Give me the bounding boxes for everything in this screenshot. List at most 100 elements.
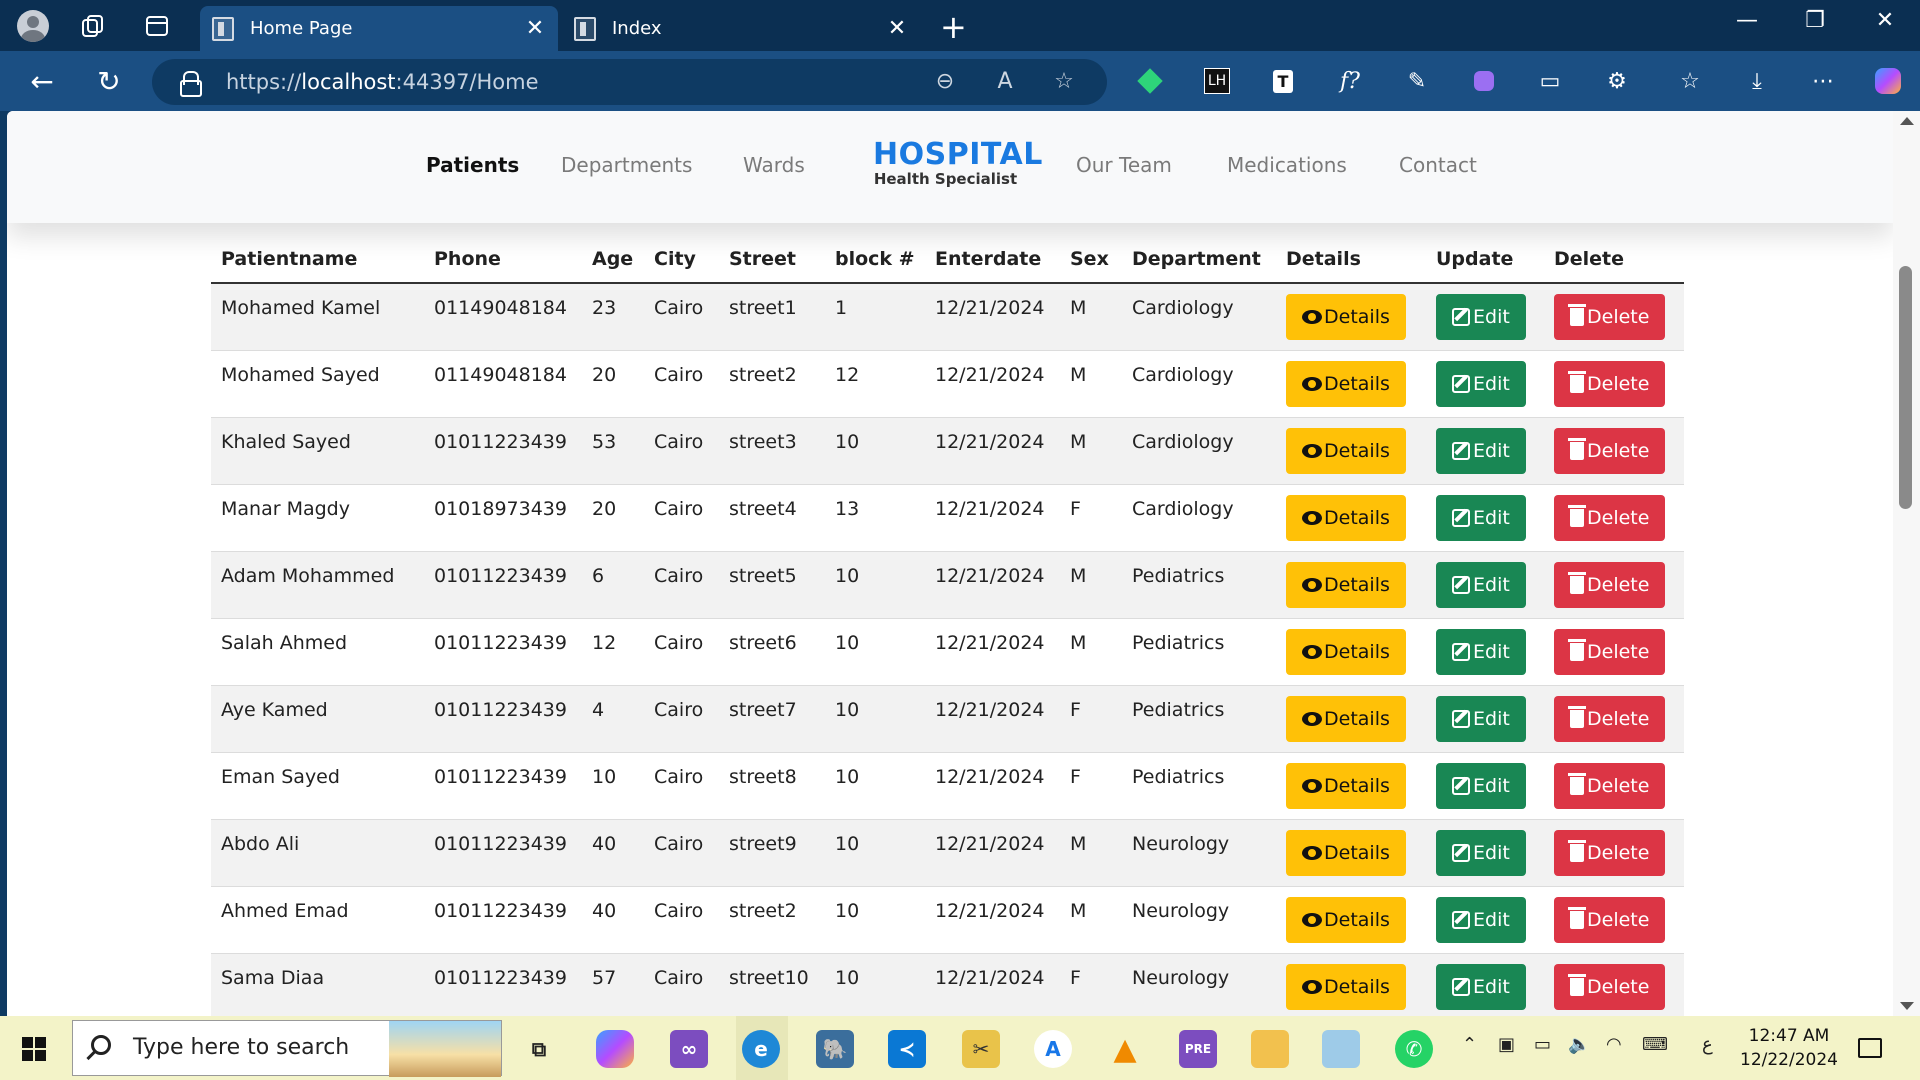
more-menu-icon[interactable]: ⋯ <box>1806 64 1840 98</box>
details-button[interactable]: Details <box>1286 897 1406 943</box>
delete-button[interactable]: Delete <box>1554 361 1666 407</box>
extension-lh-icon[interactable]: LH <box>1200 64 1234 98</box>
details-button[interactable]: Details <box>1286 428 1406 474</box>
favorite-star-icon[interactable]: ☆ <box>1049 69 1079 94</box>
nav-link-medications[interactable]: Medications <box>1227 153 1347 177</box>
edit-button[interactable]: Edit <box>1436 428 1526 474</box>
input-language-indicator[interactable]: ع <box>1702 1034 1713 1055</box>
scrollbar-thumb[interactable] <box>1899 266 1912 509</box>
edit-button[interactable]: Edit <box>1436 495 1526 541</box>
copilot-icon[interactable] <box>1871 64 1905 98</box>
page-scrollbar[interactable] <box>1893 111 1920 1016</box>
favorites-icon[interactable]: ☆ <box>1673 64 1707 98</box>
edit-button[interactable]: Edit <box>1436 361 1526 407</box>
details-button[interactable]: Details <box>1286 294 1406 340</box>
delete-button[interactable]: Delete <box>1554 562 1666 608</box>
volume-icon[interactable]: 🔈 <box>1568 1034 1590 1055</box>
new-tab-icon[interactable]: + <box>940 8 967 46</box>
battery-icon[interactable]: ▭ <box>1534 1034 1551 1055</box>
details-button[interactable]: Details <box>1286 562 1406 608</box>
edit-button[interactable]: Edit <box>1436 629 1526 675</box>
details-button[interactable]: Details <box>1286 763 1406 809</box>
show-hidden-icons-chevron-icon[interactable]: ⌃ <box>1462 1034 1477 1055</box>
extension-purple-icon[interactable] <box>1467 64 1501 98</box>
edit-button[interactable]: Edit <box>1436 763 1526 809</box>
delete-button[interactable]: Delete <box>1554 763 1666 809</box>
extension-function-icon[interactable]: f? <box>1333 64 1367 98</box>
edit-button[interactable]: Edit <box>1436 830 1526 876</box>
profile-avatar-icon[interactable] <box>16 9 50 43</box>
details-button[interactable]: Details <box>1286 495 1406 541</box>
scroll-down-arrow-icon[interactable] <box>1900 1002 1914 1010</box>
edit-button[interactable]: Edit <box>1436 897 1526 943</box>
scroll-up-arrow-icon[interactable] <box>1900 117 1914 125</box>
details-button[interactable]: Details <box>1286 629 1406 675</box>
visual-studio-preview-icon[interactable]: PRE <box>1179 1030 1217 1068</box>
close-window-icon[interactable]: ✕ <box>1860 8 1910 33</box>
delete-button[interactable]: Delete <box>1554 897 1666 943</box>
vscode-icon[interactable]: ≺ <box>888 1030 926 1068</box>
visual-studio-icon[interactable]: ∞ <box>670 1030 708 1068</box>
tray-app-icon[interactable]: ▣ <box>1498 1034 1515 1055</box>
read-aloud-icon[interactable]: A <box>990 69 1020 94</box>
edit-button[interactable]: Edit <box>1436 964 1526 1010</box>
minimize-icon[interactable]: — <box>1722 8 1772 33</box>
delete-button[interactable]: Delete <box>1554 495 1666 541</box>
details-button[interactable]: Details <box>1286 830 1406 876</box>
taskbar-clock[interactable]: 12:47 AM 12/22/2024 <box>1740 1024 1838 1072</box>
delete-button[interactable]: Delete <box>1554 696 1666 742</box>
details-button[interactable]: Details <box>1286 964 1406 1010</box>
nav-link-our-team[interactable]: Our Team <box>1076 153 1172 177</box>
edit-button[interactable]: Edit <box>1436 294 1526 340</box>
extension-cast-icon[interactable]: ▭ <box>1533 64 1567 98</box>
url-text[interactable]: https://localhost:44397/Home <box>226 70 539 94</box>
restore-icon[interactable]: ❐ <box>1790 8 1840 33</box>
edge-browser-icon[interactable]: e <box>742 1030 780 1068</box>
taskbar-search-box[interactable]: Type here to search <box>72 1020 502 1077</box>
age-cell: 40 <box>582 886 644 954</box>
zoom-out-icon[interactable]: ⊖ <box>930 69 960 94</box>
whatsapp-icon[interactable]: ✆ <box>1395 1030 1433 1068</box>
extensions-puzzle-icon[interactable]: ⚙ <box>1600 64 1634 98</box>
copilot-taskbar-icon[interactable] <box>596 1030 634 1068</box>
eyedropper-icon[interactable]: ✎ <box>1400 64 1434 98</box>
translator-icon[interactable]: A <box>1034 1030 1072 1068</box>
delete-button[interactable]: Delete <box>1554 629 1666 675</box>
close-tab-icon[interactable]: ✕ <box>882 16 912 41</box>
notepad-icon[interactable] <box>1322 1030 1360 1068</box>
tab-index[interactable]: Index ✕ <box>562 6 920 51</box>
downloads-icon[interactable]: ⤓ <box>1740 64 1774 98</box>
delete-button[interactable]: Delete <box>1554 428 1666 474</box>
lock-icon[interactable] <box>180 71 202 97</box>
delete-button[interactable]: Delete <box>1554 294 1666 340</box>
address-bar[interactable]: https://localhost:44397/Home ⊖ A ☆ <box>152 59 1107 105</box>
edit-button[interactable]: Edit <box>1436 696 1526 742</box>
snipping-tool-icon[interactable]: ✂ <box>962 1030 1000 1068</box>
delete-button[interactable]: Delete <box>1554 830 1666 876</box>
notifications-icon[interactable] <box>1858 1038 1882 1058</box>
back-icon[interactable]: ← <box>24 63 60 99</box>
workspaces-icon[interactable] <box>76 9 110 43</box>
details-button[interactable]: Details <box>1286 361 1406 407</box>
extension-t-icon[interactable]: T <box>1266 64 1300 98</box>
extension-green-icon[interactable] <box>1133 64 1167 98</box>
tab-home-page[interactable]: Home Page ✕ <box>200 6 558 51</box>
details-button[interactable]: Details <box>1286 696 1406 742</box>
refresh-icon[interactable]: ↻ <box>91 63 127 99</box>
nav-link-wards[interactable]: Wards <box>743 153 805 177</box>
vertical-tabs-icon[interactable] <box>140 9 174 43</box>
delete-button[interactable]: Delete <box>1554 964 1666 1010</box>
close-tab-icon[interactable]: ✕ <box>520 16 550 41</box>
vlc-icon[interactable]: ▲ <box>1106 1030 1144 1068</box>
postgres-elephant-icon[interactable]: 🐘 <box>816 1030 854 1068</box>
windows-start-icon[interactable] <box>22 1037 46 1061</box>
file-explorer-icon[interactable] <box>1251 1030 1289 1068</box>
nav-link-patients[interactable]: Patients <box>426 153 519 177</box>
nav-link-contact[interactable]: Contact <box>1399 153 1477 177</box>
wifi-icon[interactable]: ◠ <box>1606 1034 1622 1055</box>
task-view-icon[interactable]: ⧉ <box>520 1030 558 1068</box>
edit-button[interactable]: Edit <box>1436 562 1526 608</box>
brand-logo[interactable]: HOSPITAL Health Specialist <box>873 137 1042 188</box>
keyboard-icon[interactable]: ⌨ <box>1642 1034 1668 1055</box>
nav-link-departments[interactable]: Departments <box>561 153 692 177</box>
